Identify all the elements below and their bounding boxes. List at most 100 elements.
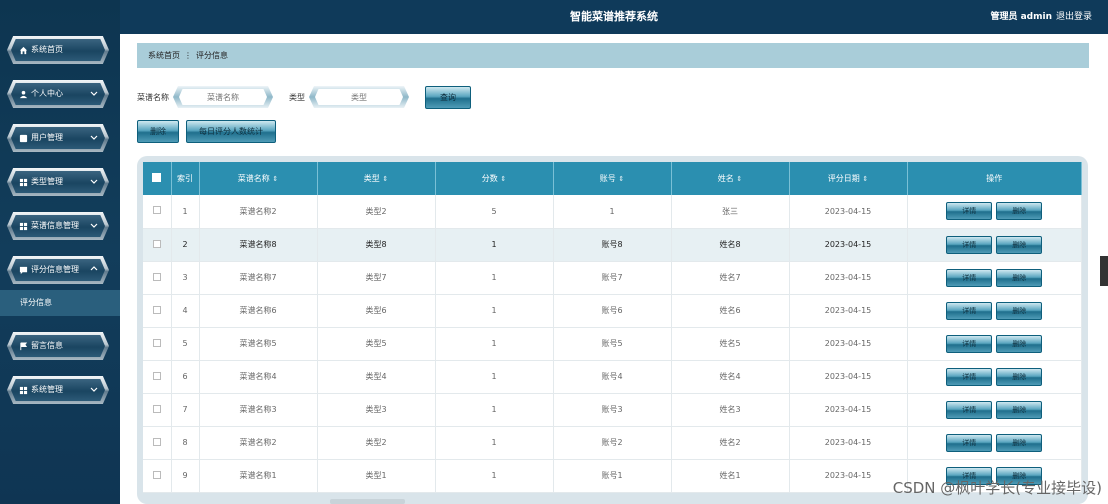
sidebar-item-ratings[interactable]: 评分信息管理	[7, 256, 109, 284]
delete-button[interactable]: 删除	[996, 268, 1043, 287]
detail-button[interactable]: 详情	[946, 400, 993, 419]
row-checkbox[interactable]	[152, 305, 161, 314]
cell-date: 2023-04-15	[789, 261, 908, 295]
row-checkbox-cell[interactable]	[143, 393, 172, 427]
sidebar-item-users[interactable]: 用户管理	[7, 124, 109, 152]
cell-actions: 详情 删除	[907, 294, 1082, 328]
cell-type: 类型3	[317, 393, 436, 427]
cell-idx: 8	[171, 426, 200, 460]
detail-button[interactable]: 详情	[946, 268, 993, 287]
table-row[interactable]: 4 菜谱名称6 类型6 1 账号6 姓名6 2023-04-15 详情 删除	[143, 294, 1082, 328]
sort-icon[interactable]: ⇕	[736, 175, 742, 183]
comment-icon	[19, 266, 28, 274]
delete-button[interactable]: 删除	[996, 433, 1043, 452]
sidebar-item-label: 系统首页	[31, 45, 63, 54]
sidebar-subitem-ratings[interactable]: 评分信息	[0, 290, 120, 316]
delete-button[interactable]: 删除	[996, 334, 1043, 353]
delete-button[interactable]: 删除	[996, 235, 1043, 254]
sidebar-item-types[interactable]: 类型管理	[7, 168, 109, 196]
column-header[interactable]: 分数 ⇕	[435, 162, 554, 195]
sort-icon[interactable]: ⇕	[272, 175, 278, 183]
horizontal-scrollbar[interactable]	[330, 499, 405, 504]
cell-idx: 3	[171, 261, 200, 295]
cell-name: 菜谱名称2	[199, 426, 318, 460]
delete-button[interactable]: 删除	[996, 400, 1043, 419]
daily-stats-button[interactable]: 每日评分人数统计	[186, 120, 276, 143]
cell-account: 账号6	[553, 294, 672, 328]
user-label: 管理员 admin	[990, 12, 1052, 22]
table-row[interactable]: 2 菜谱名称8 类型8 1 账号8 姓名8 2023-04-15 详情 删除	[143, 228, 1082, 262]
delete-button[interactable]: 删除	[996, 202, 1043, 221]
sidebar-item-label: 评分信息管理	[31, 265, 79, 274]
row-checkbox[interactable]	[152, 470, 161, 479]
column-header[interactable]: 姓名 ⇕	[671, 162, 790, 195]
query-button[interactable]: 查询	[425, 85, 471, 109]
row-checkbox[interactable]	[152, 206, 161, 215]
detail-button[interactable]: 详情	[946, 433, 993, 452]
row-checkbox[interactable]	[152, 272, 161, 281]
detail-button[interactable]: 详情	[946, 367, 993, 386]
cell-person: 姓名7	[671, 261, 790, 295]
table-row[interactable]: 8 菜谱名称2 类型2 1 账号2 姓名2 2023-04-15 详情 删除	[143, 426, 1082, 460]
cell-date: 2023-04-15	[789, 459, 908, 493]
column-header[interactable]: 账号 ⇕	[553, 162, 672, 195]
detail-button[interactable]: 详情	[946, 334, 993, 353]
row-checkbox[interactable]	[152, 239, 161, 248]
row-checkbox-cell[interactable]	[143, 228, 172, 262]
breadcrumb-home[interactable]: 系统首页	[148, 50, 180, 61]
sidebar-item-home[interactable]: 系统首页	[7, 36, 109, 64]
delete-button[interactable]: 删除	[996, 301, 1043, 320]
batch-delete-button[interactable]: 删除	[137, 120, 179, 143]
table-row[interactable]: 6 菜谱名称4 类型4 1 账号4 姓名4 2023-04-15 详情 删除	[143, 360, 1082, 394]
table-row[interactable]: 7 菜谱名称3 类型3 1 账号3 姓名3 2023-04-15 详情 删除	[143, 393, 1082, 427]
select-all-checkbox[interactable]	[152, 173, 162, 182]
row-checkbox[interactable]	[152, 338, 161, 347]
cell-account: 账号3	[553, 393, 672, 427]
sort-icon[interactable]: ⇕	[862, 175, 868, 183]
logout-link[interactable]: 退出登录	[1056, 0, 1092, 34]
sort-icon[interactable]: ⇕	[500, 175, 506, 183]
table-row[interactable]: 5 菜谱名称5 类型5 1 账号5 姓名5 2023-04-15 详情 删除	[143, 327, 1082, 361]
sidebar-item-system[interactable]: 系统管理	[7, 376, 109, 404]
detail-button[interactable]: 详情	[946, 202, 993, 221]
cell-person: 姓名2	[671, 426, 790, 460]
cell-actions: 详情 删除	[907, 360, 1082, 394]
breadcrumb-separator: ⋮	[184, 51, 192, 60]
cell-name: 菜谱名称3	[199, 393, 318, 427]
column-header[interactable]: 评分日期 ⇕	[789, 162, 908, 195]
detail-button[interactable]: 详情	[946, 235, 993, 254]
row-checkbox-cell[interactable]	[143, 261, 172, 295]
row-checkbox-cell[interactable]	[143, 294, 172, 328]
sort-icon[interactable]: ⇕	[618, 175, 624, 183]
sidebar-item-label: 系统管理	[31, 385, 63, 394]
row-checkbox-cell[interactable]	[143, 195, 172, 229]
search-bar: 菜谱名称 类型 查询	[137, 85, 471, 109]
sort-icon[interactable]: ⇕	[382, 175, 388, 183]
row-checkbox[interactable]	[152, 371, 161, 380]
row-checkbox-cell[interactable]	[143, 360, 172, 394]
cell-idx: 6	[171, 360, 200, 394]
daily-stats-label: 每日评分人数统计	[199, 127, 263, 136]
side-tab-handle[interactable]	[1100, 256, 1108, 286]
cell-idx: 9	[171, 459, 200, 493]
grid-icon	[19, 386, 28, 394]
cell-idx: 1	[171, 195, 200, 229]
recipe-name-input[interactable]	[179, 89, 267, 105]
type-input[interactable]	[315, 89, 403, 105]
row-checkbox-cell[interactable]	[143, 459, 172, 493]
column-header[interactable]: 菜谱名称 ⇕	[199, 162, 318, 195]
row-checkbox-cell[interactable]	[143, 426, 172, 460]
row-checkbox[interactable]	[152, 437, 161, 446]
sidebar-item-profile[interactable]: 个人中心	[7, 80, 109, 108]
detail-button[interactable]: 详情	[946, 301, 993, 320]
sidebar-item-recipes[interactable]: 菜谱信息管理	[7, 212, 109, 240]
sidebar-item-messages[interactable]: 留言信息	[7, 332, 109, 360]
table-row[interactable]: 1 菜谱名称2 类型2 5 1 张三 2023-04-15 详情 删除	[143, 195, 1082, 229]
delete-button[interactable]: 删除	[996, 367, 1043, 386]
table-row[interactable]: 3 菜谱名称7 类型7 1 账号7 姓名7 2023-04-15 详情 删除	[143, 261, 1082, 295]
cell-person: 姓名4	[671, 360, 790, 394]
select-all-checkbox-cell[interactable]	[143, 162, 172, 195]
column-header[interactable]: 类型 ⇕	[317, 162, 436, 195]
row-checkbox[interactable]	[152, 404, 161, 413]
row-checkbox-cell[interactable]	[143, 327, 172, 361]
